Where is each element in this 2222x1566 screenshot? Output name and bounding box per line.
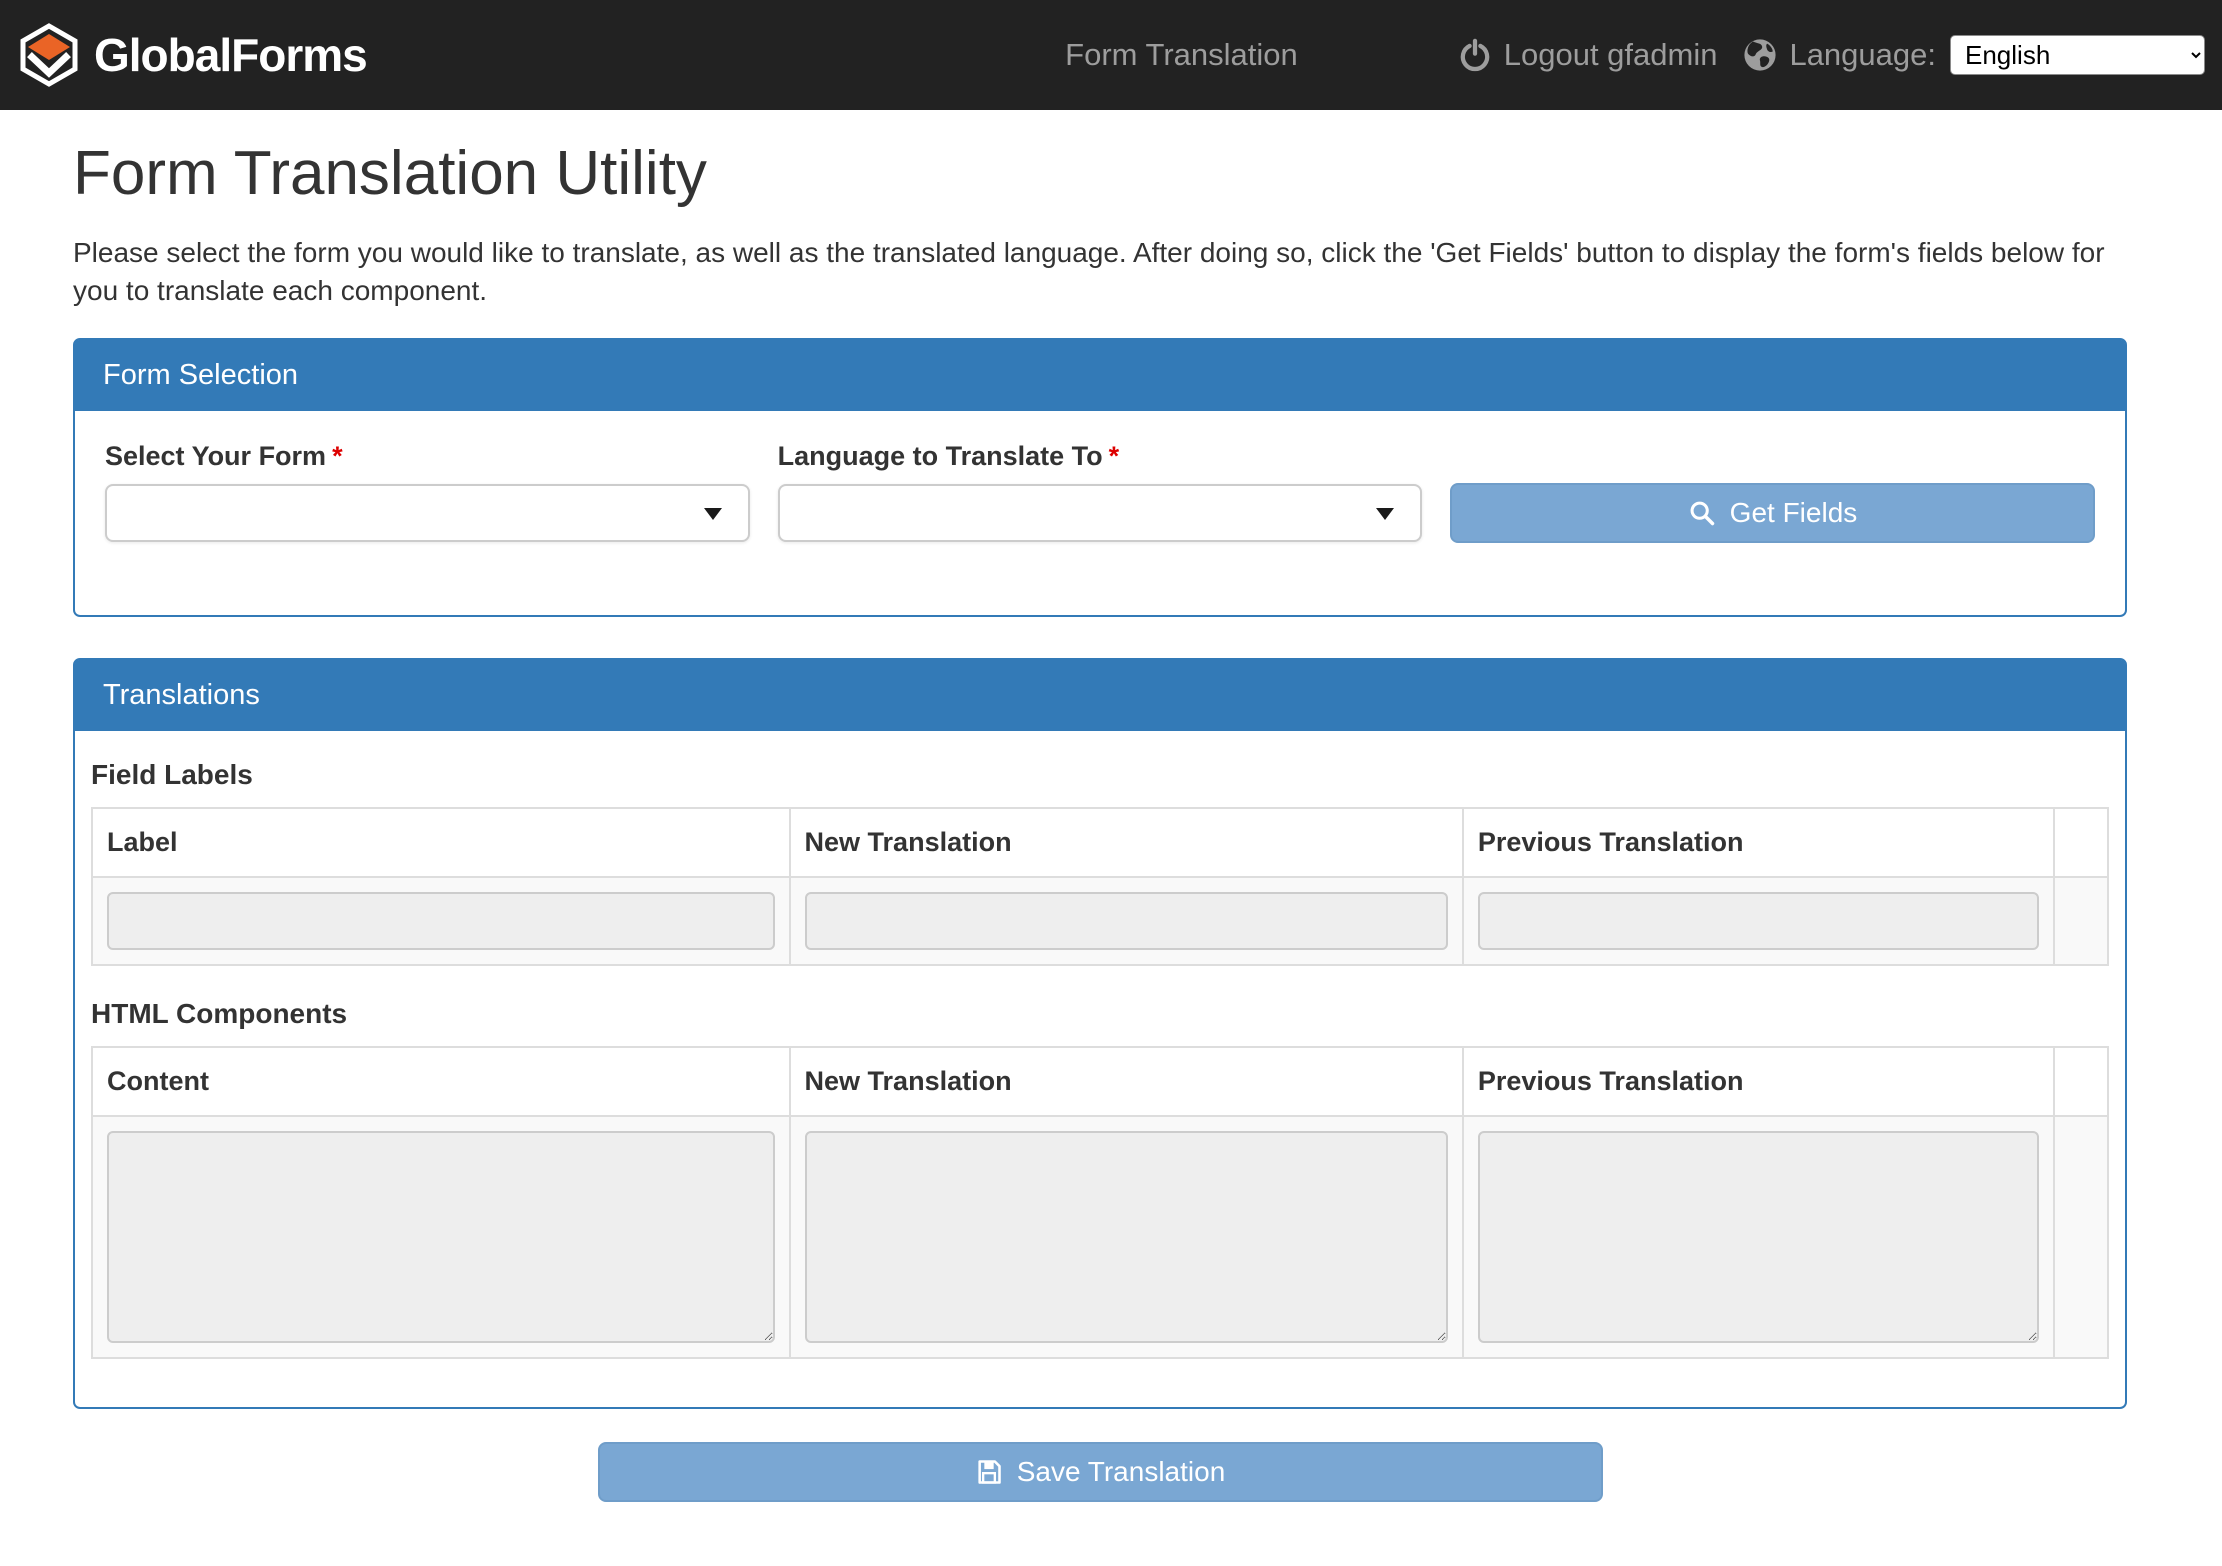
select-form-group: Select Your Form* [91, 441, 764, 543]
field-label-input[interactable] [107, 892, 775, 950]
previous-translation-textarea[interactable] [1478, 1131, 2039, 1343]
empty-cell [2054, 1116, 2108, 1358]
column-header-previous-translation: Previous Translation [1463, 1047, 2054, 1116]
column-header-previous-translation: Previous Translation [1463, 808, 2054, 877]
required-marker: * [1109, 441, 1120, 471]
field-previous-translation-input[interactable] [1478, 892, 2039, 950]
brand[interactable]: GlobalForms [20, 23, 367, 87]
empty-cell [2054, 877, 2108, 965]
logout-item[interactable]: Logout gfadmin [1458, 37, 1718, 73]
main-content: Form Translation Utility Please select t… [73, 140, 2127, 1502]
language-to-translate-dropdown[interactable] [778, 484, 1423, 542]
logout-label: Logout gfadmin [1504, 37, 1718, 73]
globalforms-logo-icon [20, 23, 78, 87]
required-marker: * [332, 441, 343, 471]
select-form-dropdown[interactable] [105, 484, 750, 542]
column-header-new-translation: New Translation [790, 1047, 1463, 1116]
form-selection-panel-header: Form Selection [75, 340, 2125, 411]
get-fields-button[interactable]: Get Fields [1450, 483, 2095, 543]
field-new-translation-input[interactable] [805, 892, 1448, 950]
html-components-table: Content New Translation Previous Transla… [91, 1046, 2109, 1359]
translations-panel: Translations Field Labels Label New Tran… [73, 658, 2127, 1409]
language-to-translate-group: Language to Translate To* [764, 441, 1437, 543]
field-labels-table: Label New Translation Previous Translati… [91, 807, 2109, 966]
save-translation-button[interactable]: Save Translation [598, 1442, 1603, 1502]
brand-name: GlobalForms [94, 28, 367, 82]
form-selection-panel: Form Selection Select Your Form* Languag… [73, 338, 2127, 617]
form-selection-panel-body: Select Your Form* Language to Translate … [75, 411, 2125, 615]
html-component-row [92, 1116, 2108, 1358]
content-textarea[interactable] [107, 1131, 775, 1343]
select-form-label: Select Your Form* [105, 441, 750, 472]
search-icon [1688, 499, 1716, 527]
caret-down-icon [704, 508, 722, 520]
intro-text: Please select the form you would like to… [73, 234, 2127, 310]
language-item: Language: [1743, 37, 1936, 73]
translations-panel-body: Field Labels Label New Translation Previ… [75, 731, 2125, 1407]
get-fields-group: Get Fields [1436, 441, 2109, 543]
language-select[interactable]: English [1950, 35, 2205, 75]
column-header-empty [2054, 808, 2108, 877]
language-label: Language: [1789, 37, 1936, 73]
html-components-heading: HTML Components [91, 998, 2109, 1030]
language-to-translate-label: Language to Translate To* [778, 441, 1423, 472]
globe-icon [1743, 38, 1777, 72]
power-icon [1458, 38, 1492, 72]
save-floppy-icon [975, 1458, 1003, 1486]
column-header-empty [2054, 1047, 2108, 1116]
column-header-label: Label [92, 808, 790, 877]
column-header-content: Content [92, 1047, 790, 1116]
page-title: Form Translation Utility [73, 140, 2127, 208]
nav-item-form-translation[interactable]: Form Translation [1065, 37, 1298, 73]
caret-down-icon [1376, 508, 1394, 520]
new-translation-textarea[interactable] [805, 1131, 1448, 1343]
navbar: GlobalForms Form Translation Logout gfad… [0, 0, 2222, 110]
field-label-row [92, 877, 2108, 965]
field-labels-heading: Field Labels [91, 759, 2109, 791]
translations-panel-header: Translations [75, 660, 2125, 731]
column-header-new-translation: New Translation [790, 808, 1463, 877]
navbar-right: Form Translation Logout gfadmin Language… [1065, 35, 2205, 75]
